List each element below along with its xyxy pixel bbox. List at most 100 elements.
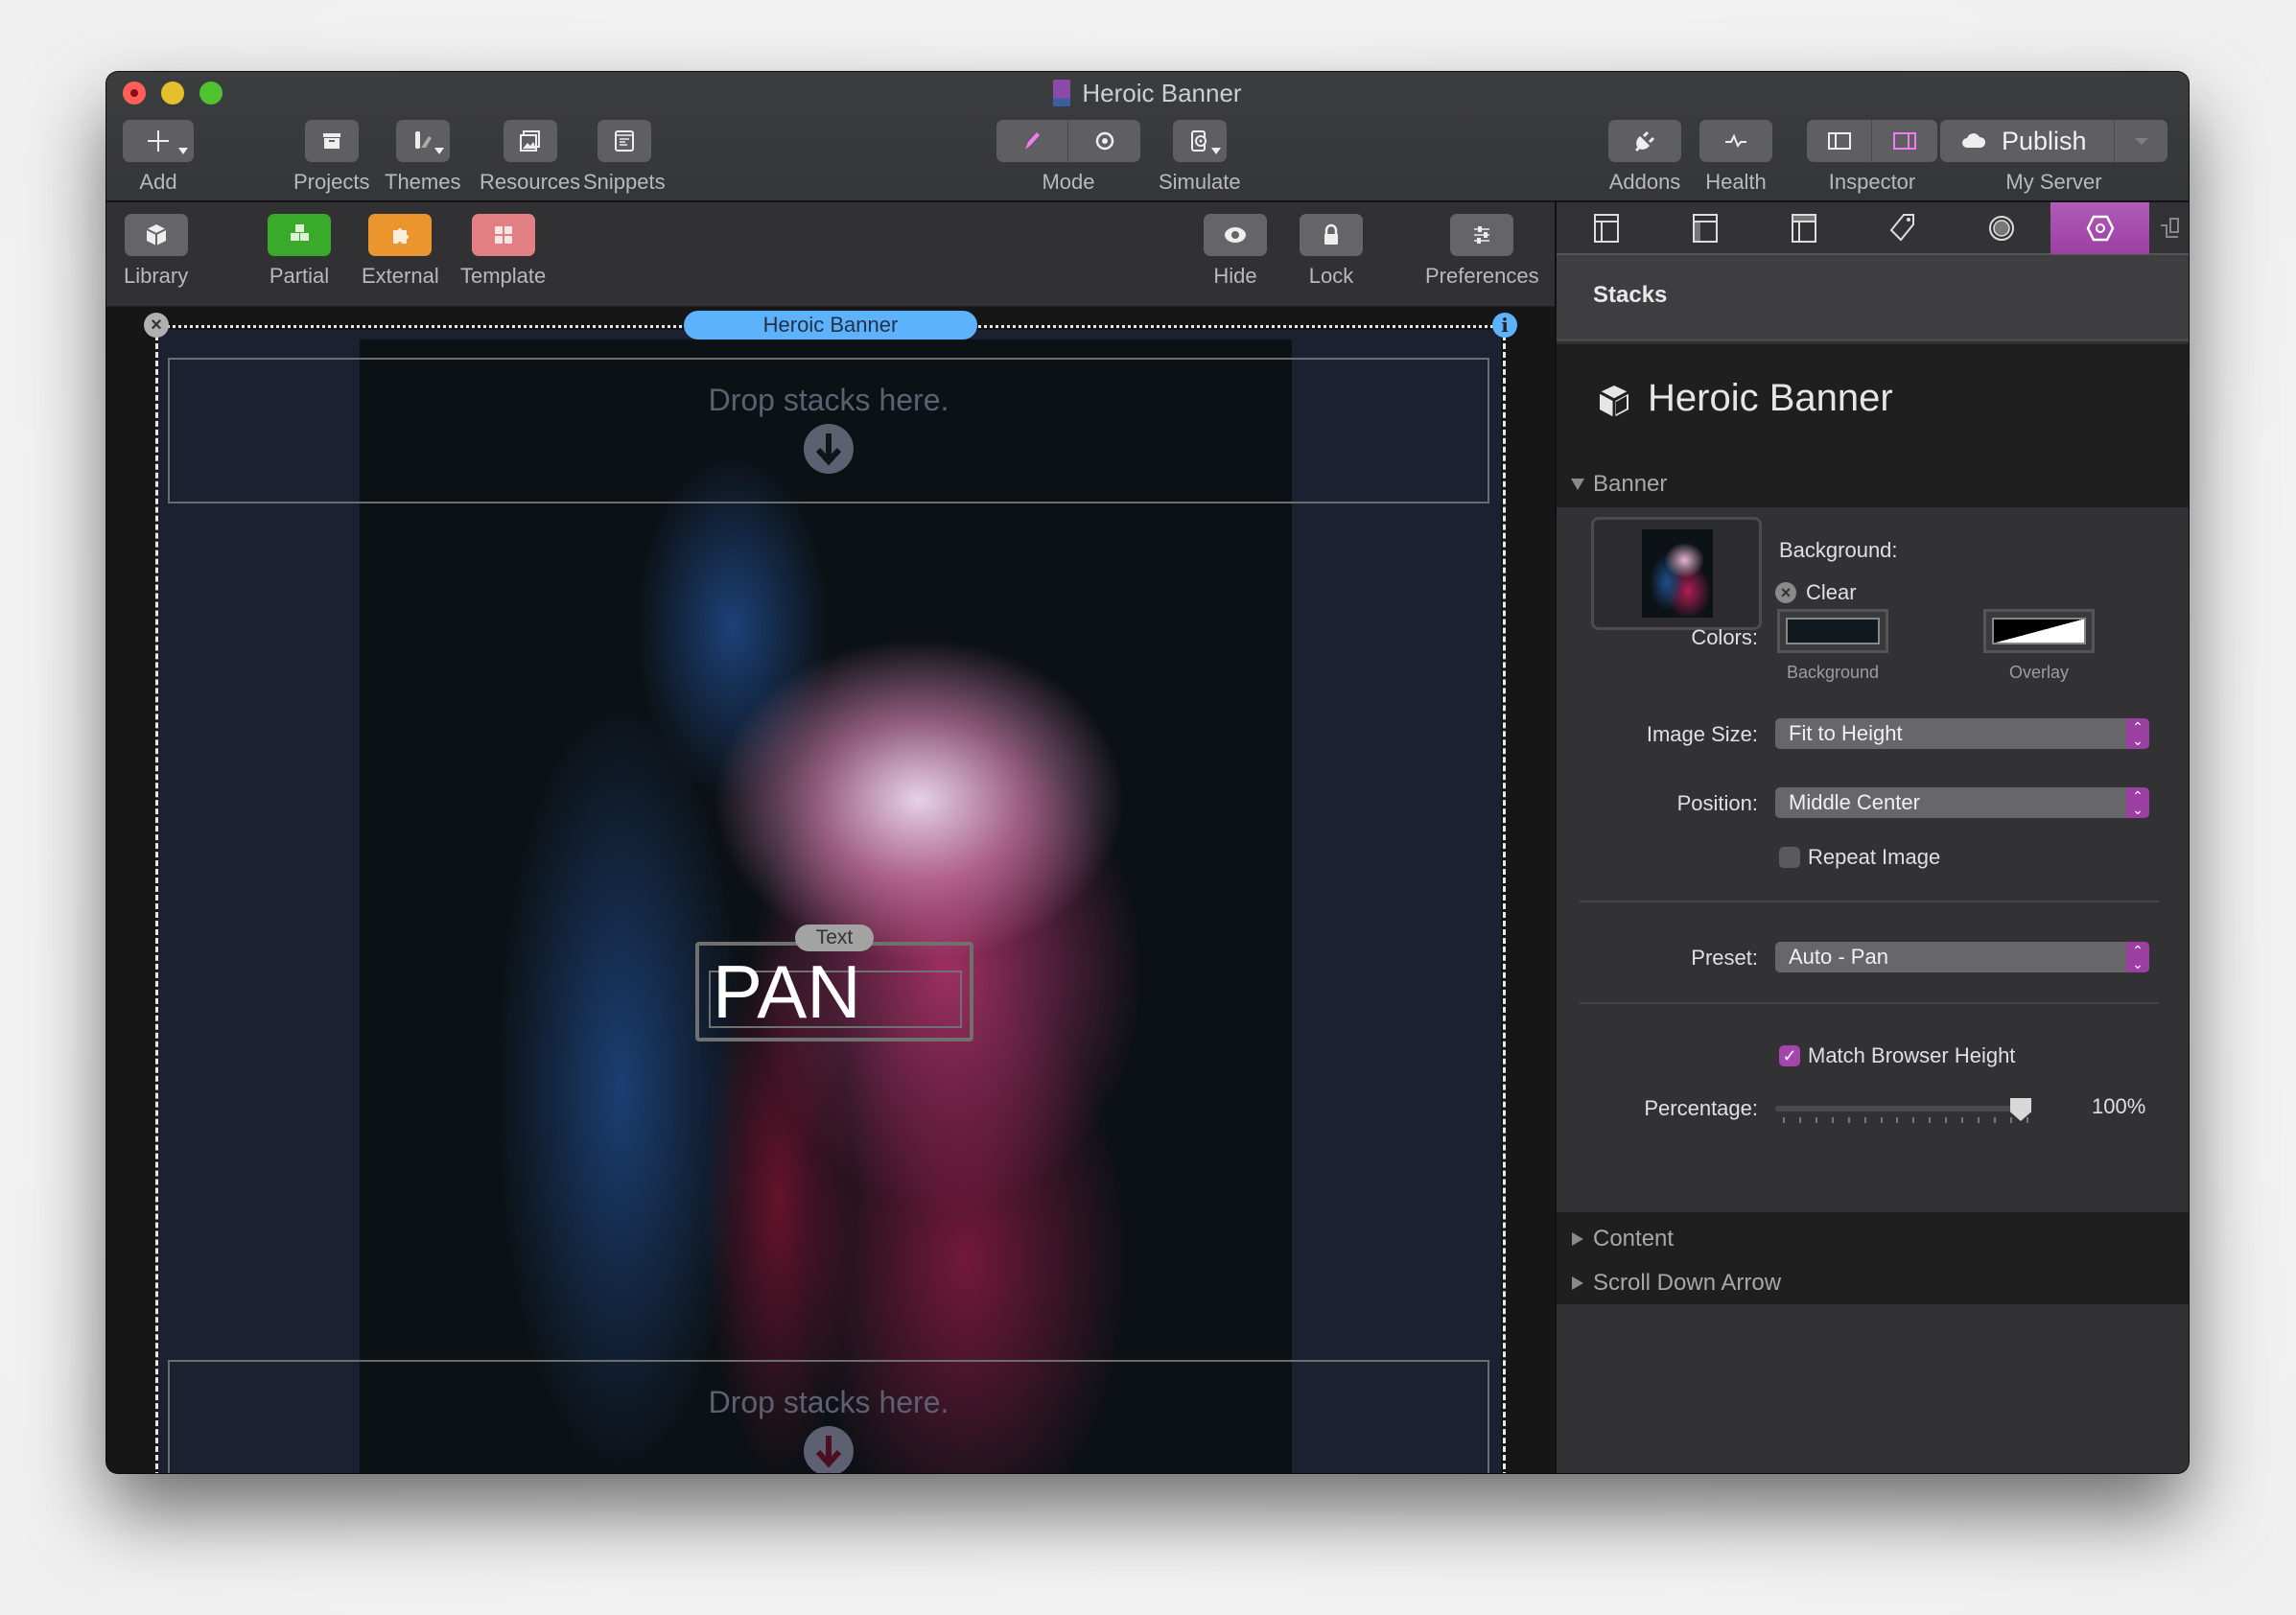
preset-label: Preset: (1691, 946, 1758, 970)
partial-button[interactable]: Partial (268, 214, 331, 289)
image-size-label: Image Size: (1646, 722, 1758, 746)
text-stack[interactable]: PAN Text (695, 925, 973, 1042)
delete-stack-icon[interactable]: × (144, 313, 169, 338)
plug-icon (1634, 130, 1655, 152)
projects-label: Projects (293, 170, 370, 194)
repeat-image-checkbox[interactable] (1779, 847, 1800, 868)
resources-label: Resources (480, 170, 581, 194)
external-label: External (362, 264, 439, 288)
position-label: Position: (1676, 791, 1758, 815)
section-content-label: Content (1593, 1226, 1675, 1252)
health-button[interactable]: Health (1699, 120, 1772, 195)
edit-mode-button[interactable] (996, 120, 1068, 162)
drop-zone-top[interactable]: Drop stacks here. (168, 358, 1489, 503)
section-scroll-down-arrow-header[interactable]: Scroll Down Arrow (1557, 1260, 2189, 1306)
section-banner-header[interactable]: Banner (1557, 461, 2189, 507)
main-toolbar: Heroic Banner Add Projects Themes Resour… (106, 72, 2189, 202)
divider (1580, 901, 2159, 902)
dropdown-caret-icon (1210, 148, 1221, 154)
tab-stack-inspector[interactable] (2050, 202, 2149, 254)
snippets-button[interactable]: Snippets (583, 120, 666, 195)
section-banner-label: Banner (1593, 471, 1668, 497)
hide-button[interactable]: Hide (1204, 214, 1267, 289)
simulate-label: Simulate (1159, 170, 1241, 194)
tab-shape-inspector[interactable] (1952, 202, 2050, 254)
preset-value: Auto - Pan (1789, 945, 1888, 969)
stack-name-pill[interactable]: Heroic Banner (684, 311, 977, 339)
sidebar-right-icon (1893, 132, 1916, 150)
overlay-color-caption: Overlay (2008, 663, 2069, 682)
arrow-down-circle-icon (804, 424, 854, 474)
add-button[interactable]: Add (123, 120, 194, 195)
overlay-color-well[interactable] (1983, 609, 2095, 653)
external-button[interactable]: External (362, 214, 439, 289)
add-label: Add (139, 170, 177, 194)
preset-select[interactable]: Auto - Pan ⌃ ⌄ (1775, 942, 2149, 972)
grid-icon (494, 226, 512, 244)
inspector-label: Inspector (1828, 170, 1916, 194)
detach-inspector-button[interactable] (2149, 202, 2189, 254)
banner-background-image (360, 339, 1292, 1473)
template-button[interactable]: Template (460, 214, 546, 289)
site-layout-icon (1692, 214, 1718, 243)
desktop-background: Heroic Banner Add Projects Themes Resour… (0, 0, 2296, 1615)
publish-button[interactable]: Publish (1940, 120, 2115, 162)
addons-button[interactable]: Addons (1608, 120, 1681, 195)
percentage-label: Percentage: (1644, 1096, 1758, 1120)
image-size-value: Fit to Height (1789, 721, 1903, 745)
drop-zone-bottom[interactable]: Drop stacks here. (168, 1360, 1489, 1473)
template-label: Template (460, 264, 547, 288)
text-stack-label[interactable]: Text (795, 925, 874, 951)
themes-button[interactable]: Themes (385, 120, 460, 195)
image-size-select[interactable]: Fit to Height ⌃ ⌄ (1775, 718, 2149, 749)
drop-zone-label: Drop stacks here. (708, 383, 949, 417)
page-canvas[interactable]: Drop stacks here. Drop stacks here. PAN … (106, 307, 1555, 1473)
repeat-image-label: Repeat Image (1808, 845, 1941, 869)
health-label: Health (1705, 170, 1767, 194)
tab-tag-inspector[interactable] (1853, 202, 1952, 254)
stacks-header: Stacks (1557, 255, 2189, 341)
percentage-slider[interactable] (1775, 1106, 2028, 1112)
clear-background-button[interactable]: × Clear (1775, 580, 1857, 605)
match-browser-height-checkbox[interactable]: ✓ (1779, 1045, 1800, 1066)
banner-settings-panel: Background: × Clear Colors: Background O… (1557, 507, 2189, 1212)
percentage-value: 100% (2092, 1094, 2146, 1118)
section-content-header[interactable]: Content (1557, 1216, 2189, 1262)
mode-label: Mode (1042, 170, 1095, 194)
background-image-thumbnail (1642, 529, 1713, 618)
banner-headline-text[interactable]: PAN (713, 953, 861, 1030)
tab-layout-inspector[interactable] (1754, 202, 1853, 254)
partial-label: Partial (269, 264, 330, 288)
divider (1580, 1002, 2159, 1004)
archive-box-icon (322, 133, 340, 149)
disclosure-closed-icon (1572, 1232, 1583, 1246)
tab-site-inspector[interactable] (1655, 202, 1754, 254)
projects-button[interactable]: Projects (293, 120, 369, 195)
preview-mode-button[interactable] (1068, 120, 1140, 162)
tab-page-inspector[interactable] (1557, 202, 1655, 254)
chevron-updown-icon: ⌃ ⌄ (2126, 942, 2149, 972)
info-icon[interactable]: i (1492, 313, 1517, 338)
preferences-label: Preferences (1425, 264, 1539, 288)
inspector-control: Inspector (1807, 120, 1937, 195)
background-image-well[interactable] (1591, 517, 1762, 630)
lock-button[interactable]: Lock (1300, 214, 1363, 289)
simulate-button[interactable]: Simulate (1159, 120, 1241, 195)
toggle-inspector-button[interactable] (1872, 120, 1937, 162)
app-window: Heroic Banner Add Projects Themes Resour… (106, 72, 2189, 1473)
preferences-button[interactable]: Preferences (1425, 214, 1539, 289)
colors-label: Colors: (1691, 625, 1758, 649)
pencil-icon (1025, 132, 1040, 150)
library-button[interactable]: Library (124, 214, 188, 289)
resources-button[interactable]: Resources (480, 120, 580, 195)
toggle-left-panel-button[interactable] (1807, 120, 1872, 162)
heroic-banner-stack[interactable]: Drop stacks here. Drop stacks here. PAN … (144, 311, 1517, 1473)
background-color-well[interactable] (1777, 609, 1888, 653)
mode-control: Mode (996, 120, 1140, 195)
selection-border (1503, 326, 1506, 1473)
snippet-card-icon (614, 130, 634, 152)
stack-title: Heroic Banner (1648, 377, 1893, 419)
position-select[interactable]: Middle Center ⌃ ⌄ (1775, 787, 2149, 818)
publish-options-button[interactable] (2115, 120, 2167, 162)
window-title-text: Heroic Banner (1082, 79, 1242, 107)
